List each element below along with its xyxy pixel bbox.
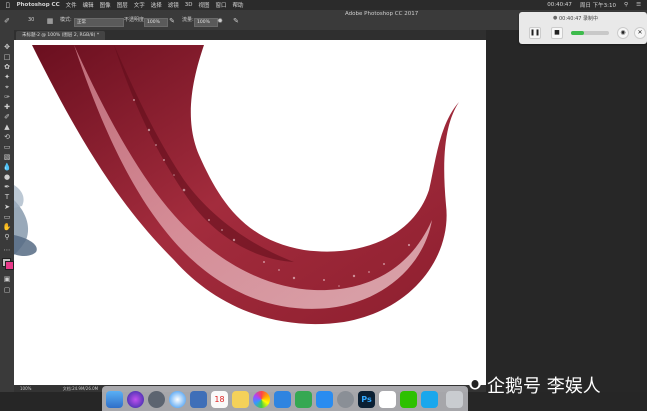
menubar-status: 00:40:47 周日 下午3:10 ⚲ ☰: [539, 0, 641, 10]
record-level-bar: [571, 31, 609, 35]
keynote-icon[interactable]: [274, 391, 291, 408]
mac-menubar:  Photoshop CC 文件 编辑 图像 图层 文字 选择 滤镜 3D 视…: [0, 0, 647, 10]
eyedropper-icon[interactable]: ✑: [2, 93, 12, 102]
brush-size[interactable]: 30: [28, 17, 34, 23]
tools-panel: ✥ □ ✿ ✦ ⌖ ✑ ✚ ✐ ▲ ⟲ ▭ ▧ 💧 ● ✒ T ➤ ▭ ✋ ⚲ …: [0, 30, 14, 392]
menu-layer[interactable]: 图层: [117, 1, 128, 9]
menu-select[interactable]: 选择: [151, 1, 162, 9]
record-level-fill: [571, 31, 585, 35]
trash-icon[interactable]: [446, 391, 463, 408]
dodge-icon[interactable]: ●: [2, 173, 12, 182]
penguin-logo-icon: [469, 376, 481, 390]
menu-filter[interactable]: 滤镜: [168, 1, 179, 9]
gradient-icon[interactable]: ▧: [2, 153, 12, 162]
datetime[interactable]: 周日 下午3:10: [580, 1, 616, 9]
hand-tool-icon[interactable]: ✋: [2, 223, 12, 232]
zoom-tool-icon[interactable]: ⚲: [2, 233, 12, 242]
menu-help[interactable]: 帮助: [233, 1, 244, 9]
menu-window[interactable]: 窗口: [216, 1, 227, 9]
menu-3d[interactable]: 3D: [185, 2, 193, 8]
crop-tool-icon[interactable]: ⌖: [2, 83, 12, 92]
notes-icon[interactable]: [232, 391, 249, 408]
flow-label: 流量:: [182, 17, 194, 23]
settings-icon[interactable]: [337, 391, 354, 408]
opacity-label: 不透明度:: [124, 17, 146, 23]
baidu-icon[interactable]: [379, 391, 396, 408]
pressure-size-icon[interactable]: ✎: [232, 17, 240, 25]
history-brush-icon[interactable]: ⟲: [2, 133, 12, 142]
window-title: Adobe Photoshop CC 2017: [345, 11, 419, 17]
apple-icon[interactable]: : [6, 2, 10, 9]
mode-select[interactable]: 正常: [74, 18, 124, 27]
flow-field[interactable]: 100%: [194, 18, 218, 27]
camera-button[interactable]: ◉: [617, 27, 629, 39]
wechat-icon[interactable]: [400, 391, 417, 408]
background-color-swatch[interactable]: [5, 261, 14, 270]
app-name[interactable]: Photoshop CC: [17, 2, 60, 8]
record-clock[interactable]: 00:40:47: [547, 2, 572, 8]
pressure-opacity-icon[interactable]: ✎: [168, 17, 176, 25]
quick-select-icon[interactable]: ✦: [2, 73, 12, 82]
screen-recorder-widget: 00:40:47 录制中 ● ❚❚ ■ ◉ ✕: [519, 12, 647, 44]
marquee-tool-icon[interactable]: □: [2, 53, 12, 62]
menu-edit[interactable]: 编辑: [83, 1, 94, 9]
pause-icon: ❚❚: [530, 29, 541, 36]
record-icon: ●: [553, 15, 558, 21]
document-info[interactable]: 文档:24.9M/26.0M: [63, 386, 98, 391]
menu-file[interactable]: 文件: [66, 1, 77, 9]
blue-stroke-3: [14, 185, 24, 208]
type-tool-icon[interactable]: T: [2, 193, 12, 202]
calendar-icon[interactable]: 18: [211, 391, 228, 408]
menu-list-icon[interactable]: ☰: [636, 2, 641, 8]
numbers-icon[interactable]: [295, 391, 312, 408]
menu-type[interactable]: 文字: [134, 1, 145, 9]
photos-icon[interactable]: [190, 391, 207, 408]
canvas[interactable]: [14, 40, 486, 385]
document-tabbar: 未标题-2 @ 100% (图层 2, RGB/8) *: [14, 30, 486, 40]
dock: 18 Ps: [102, 386, 468, 411]
safari-icon[interactable]: [169, 391, 186, 408]
menu-view[interactable]: 视图: [198, 1, 209, 9]
brush-tool-icon[interactable]: ✐: [3, 17, 11, 25]
launchpad-icon[interactable]: [148, 391, 165, 408]
tentacle-artwork: [14, 45, 459, 325]
appstore-icon[interactable]: [316, 391, 333, 408]
lasso-tool-icon[interactable]: ✿: [2, 63, 12, 72]
record-status: 00:40:47 录制中: [559, 16, 599, 22]
camera-icon: ◉: [620, 29, 626, 36]
more-tools-icon[interactable]: ⋯: [2, 246, 12, 255]
zoom-level[interactable]: 100%: [20, 386, 31, 391]
finder-icon[interactable]: [106, 391, 123, 408]
photoshop-icon[interactable]: Ps: [358, 391, 375, 408]
screen-mode-icon[interactable]: ▢: [2, 286, 12, 295]
watermark-text: 企鹅号 李娱人: [487, 376, 601, 397]
search-icon[interactable]: ⚲: [624, 2, 628, 8]
brush-tool-icon[interactable]: ✐: [2, 113, 12, 122]
pen-tool-icon[interactable]: ✒: [2, 183, 12, 192]
pause-button[interactable]: ❚❚: [529, 27, 541, 39]
clone-stamp-icon[interactable]: ▲: [2, 123, 12, 132]
siri-icon[interactable]: [127, 391, 144, 408]
workspace-background: [486, 30, 647, 392]
qq-icon[interactable]: [421, 391, 438, 408]
quick-mask-icon[interactable]: ▣: [2, 275, 12, 284]
close-button[interactable]: ✕: [634, 27, 646, 39]
document-tab[interactable]: 未标题-2 @ 100% (图层 2, RGB/8) *: [16, 31, 106, 40]
shape-tool-icon[interactable]: ▭: [2, 213, 12, 222]
blur-icon[interactable]: 💧: [2, 163, 12, 172]
airbrush-icon[interactable]: ✹: [216, 17, 224, 25]
menu-image[interactable]: 图像: [100, 1, 111, 9]
healing-brush-icon[interactable]: ✚: [2, 103, 12, 112]
brush-settings-icon[interactable]: ▦: [46, 17, 54, 25]
eraser-icon[interactable]: ▭: [2, 143, 12, 152]
move-tool-icon[interactable]: ✥: [2, 43, 12, 52]
stop-icon: ■: [554, 29, 560, 36]
opacity-field[interactable]: 100%: [144, 18, 168, 27]
photos-app-icon[interactable]: [253, 391, 270, 408]
mode-label: 模式:: [60, 17, 72, 23]
close-icon: ✕: [637, 29, 643, 36]
stop-button[interactable]: ■: [551, 27, 563, 39]
path-select-icon[interactable]: ➤: [2, 203, 12, 212]
